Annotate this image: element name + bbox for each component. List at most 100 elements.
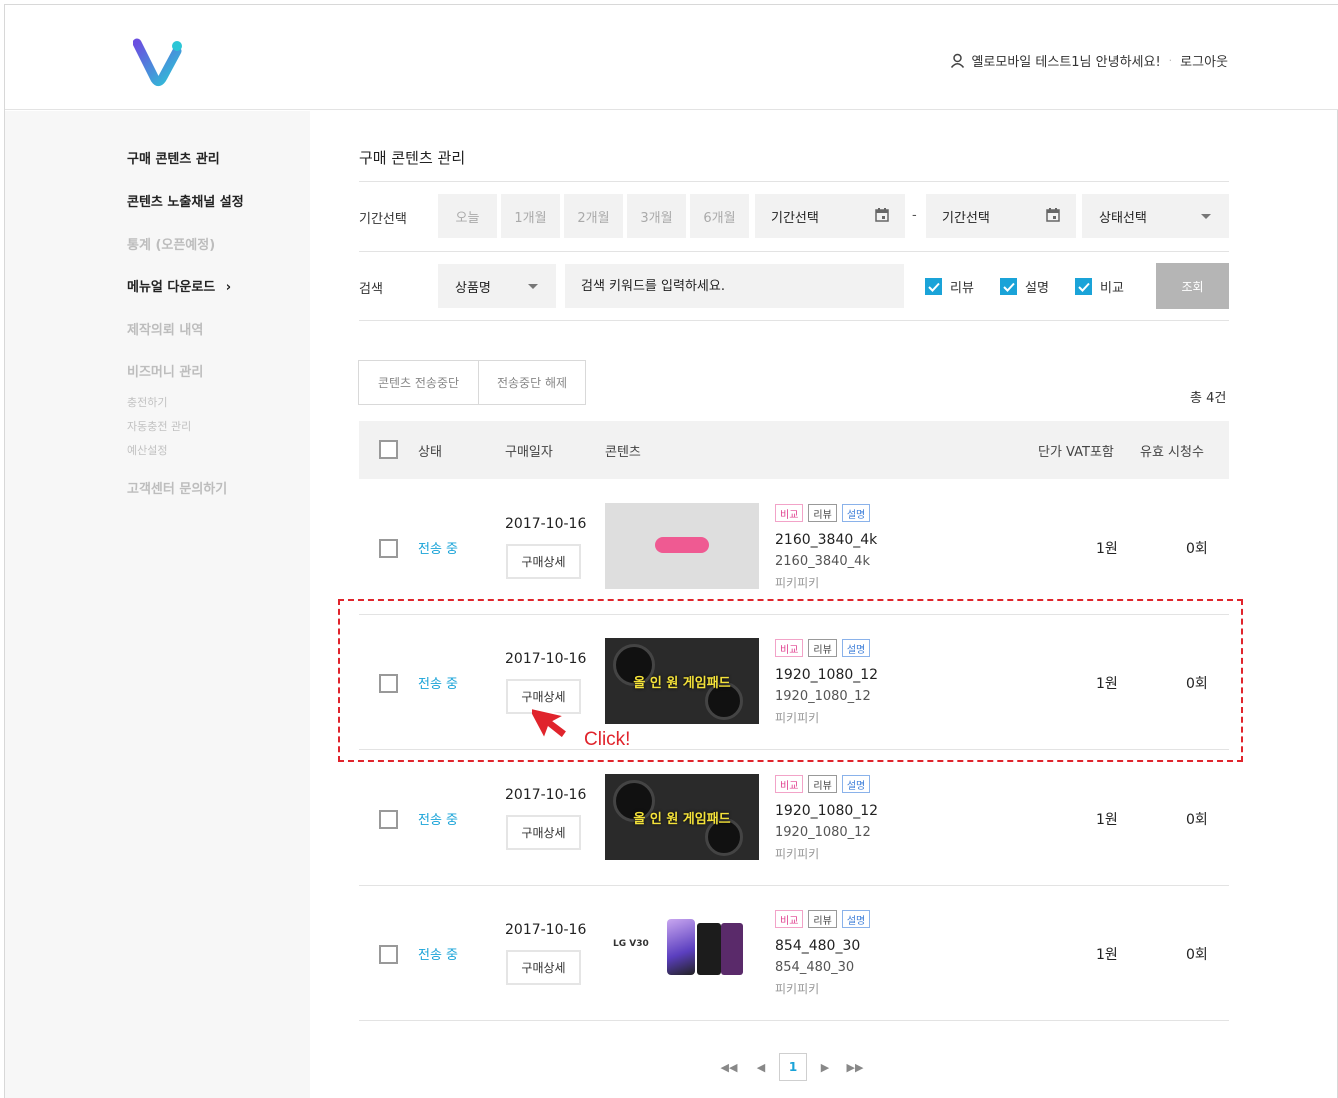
pagination: ◀◀ ◀ 1 ▶ ▶▶ xyxy=(720,1053,870,1081)
date-to-text: 기간선택 xyxy=(942,210,990,226)
tag-description: 설명 xyxy=(841,910,871,928)
header-purchase-date: 구매일자 xyxy=(505,445,553,460)
period-today-button[interactable]: 오늘 xyxy=(438,194,497,238)
phone-icon xyxy=(667,919,695,975)
click-annotation: Click! xyxy=(584,729,631,750)
first-page-icon[interactable]: ◀◀ xyxy=(720,1053,738,1081)
pink-badge-icon xyxy=(655,537,709,553)
review-checkbox-label: 리뷰 xyxy=(950,281,974,296)
chevron-right-icon: › xyxy=(225,280,232,295)
description-checkbox[interactable]: 설명 xyxy=(1000,277,1049,296)
content-subtitle: 2160_3840_4k xyxy=(775,554,870,569)
period-3month-button[interactable]: 3개월 xyxy=(627,194,686,238)
tag-description: 설명 xyxy=(841,504,871,522)
purchase-date: 2017-10-16 xyxy=(505,922,587,938)
content-seller: 피키피키 xyxy=(775,576,820,590)
period-1month-button[interactable]: 1개월 xyxy=(501,194,560,238)
content-thumbnail[interactable] xyxy=(605,503,759,589)
chevron-down-icon xyxy=(1201,214,1211,219)
sidebar-item-bizmoney[interactable]: 비즈머니 관리 xyxy=(127,361,203,380)
row-checkbox[interactable] xyxy=(379,810,398,829)
sidebar-item-stats[interactable]: 통계 (오픈예정) xyxy=(127,234,215,253)
top-header: 옐로모바일 테스트1님 안녕하세요! · 로그아웃 xyxy=(5,5,1338,110)
stop-transmission-button[interactable]: 콘텐츠 전송중단 xyxy=(358,360,479,405)
tag-description: 설명 xyxy=(841,775,871,793)
select-all-checkbox[interactable] xyxy=(379,440,398,459)
sidebar-item-production-requests[interactable]: 제작의뢰 내역 xyxy=(127,319,203,338)
cursor-arrow-icon xyxy=(532,705,569,742)
greeting-text: 옐로모바일 테스트1님 안녕하세요! xyxy=(971,55,1161,70)
compare-checkbox[interactable]: 비교 xyxy=(1075,277,1124,296)
period-filter-row: 기간선택 오늘 1개월 2개월 3개월 6개월 기간선택 - 기간선택 상태선택 xyxy=(359,181,1229,251)
content-thumbnail[interactable]: 올 인 원 게임패드 xyxy=(605,774,759,860)
sidebar-item-customer-center[interactable]: 고객센터 문의하기 xyxy=(127,478,227,497)
content-tags: 비교 리뷰 설명 xyxy=(775,910,871,928)
sidebar-subitem-budget[interactable]: 예산설정 xyxy=(127,442,167,458)
tag-compare: 비교 xyxy=(775,504,804,522)
thumbnail-caption: 올 인 원 게임패드 xyxy=(633,812,731,827)
row-checkbox[interactable] xyxy=(379,945,398,964)
tag-review: 리뷰 xyxy=(808,504,837,522)
separator-dot: · xyxy=(1168,54,1173,67)
sidebar-item-manual-download[interactable]: 메뉴얼 다운로드 › xyxy=(127,276,231,295)
purchase-detail-button[interactable]: 구매상세 xyxy=(506,544,581,579)
content-seller: 피키피키 xyxy=(775,847,820,861)
description-checkbox-label: 설명 xyxy=(1025,281,1049,296)
sidebar-item-channel-settings[interactable]: 콘텐츠 노출채널 설정 xyxy=(127,191,244,210)
unit-price: 1원 xyxy=(1096,812,1118,828)
row-checkbox[interactable] xyxy=(379,539,398,558)
last-page-icon[interactable]: ▶▶ xyxy=(846,1053,864,1081)
brand-logo-icon[interactable] xyxy=(133,37,185,87)
header-status: 상태 xyxy=(418,445,442,460)
period-label: 기간선택 xyxy=(359,212,407,227)
sidebar-subitem-auto-charge[interactable]: 자동충전 관리 xyxy=(127,418,191,434)
total-count: 총 4건 xyxy=(1190,391,1227,406)
status-text: 전송 중 xyxy=(418,948,459,963)
table-row: 전송 중 2017-10-16 구매상세 올 인 원 게임패드 비교 리뷰 설명… xyxy=(359,750,1229,886)
date-from-picker[interactable]: 기간선택 xyxy=(755,194,905,238)
content-title: 854_480_30 xyxy=(775,938,861,954)
page-number-current[interactable]: 1 xyxy=(779,1053,807,1081)
content-subtitle: 854_480_30 xyxy=(775,960,855,975)
purchase-date: 2017-10-16 xyxy=(505,516,587,532)
purchase-date: 2017-10-16 xyxy=(505,787,587,803)
header-content: 콘텐츠 xyxy=(605,445,641,460)
resume-transmission-button[interactable]: 전송중단 해제 xyxy=(478,360,586,405)
search-type-select[interactable]: 상품명 xyxy=(438,264,556,308)
unit-price: 1원 xyxy=(1096,947,1118,963)
purchase-detail-button[interactable]: 구매상세 xyxy=(506,950,581,985)
phone-icon xyxy=(721,923,743,975)
content-thumbnail[interactable]: LG V30 xyxy=(605,909,759,995)
highlight-box xyxy=(338,599,1243,762)
search-type-value: 상품명 xyxy=(455,280,491,296)
table-header: 상태 구매일자 콘텐츠 단가 VAT포함 유효 시청수 xyxy=(359,421,1229,479)
thumbnail-caption: LG V30 xyxy=(613,939,649,949)
sidebar xyxy=(5,111,310,1098)
status-select-value: 상태선택 xyxy=(1099,210,1147,226)
logout-link[interactable]: 로그아웃 xyxy=(1180,51,1228,70)
review-checkbox[interactable]: 리뷰 xyxy=(925,277,974,296)
next-page-icon[interactable]: ▶ xyxy=(818,1053,832,1081)
content-tags: 비교 리뷰 설명 xyxy=(775,504,871,522)
period-2month-button[interactable]: 2개월 xyxy=(564,194,623,238)
date-to-picker[interactable]: 기간선택 xyxy=(926,194,1076,238)
sidebar-item-purchase-content[interactable]: 구매 콘텐츠 관리 xyxy=(127,148,220,167)
calendar-icon xyxy=(1046,208,1060,222)
search-submit-button[interactable]: 조회 xyxy=(1156,263,1229,309)
prev-page-icon[interactable]: ◀ xyxy=(754,1053,768,1081)
user-icon xyxy=(951,53,965,68)
period-6month-button[interactable]: 6개월 xyxy=(690,194,749,238)
content-tags: 비교 리뷰 설명 xyxy=(775,775,871,793)
search-input[interactable] xyxy=(565,264,904,308)
sidebar-subitem-charge[interactable]: 충전하기 xyxy=(127,394,167,410)
calendar-icon xyxy=(875,208,889,222)
content-title: 1920_1080_12 xyxy=(775,803,879,819)
table-row: 전송 중 2017-10-16 구매상세 비교 리뷰 설명 2160_3840_… xyxy=(359,479,1229,615)
header-valid-views: 유효 시청수 xyxy=(1140,445,1204,460)
phone-icon xyxy=(697,923,721,975)
valid-views: 0회 xyxy=(1186,947,1208,963)
tag-compare: 비교 xyxy=(775,775,804,793)
purchase-detail-button[interactable]: 구매상세 xyxy=(506,815,581,850)
content-title: 2160_3840_4k xyxy=(775,532,878,548)
status-select[interactable]: 상태선택 xyxy=(1082,194,1229,238)
